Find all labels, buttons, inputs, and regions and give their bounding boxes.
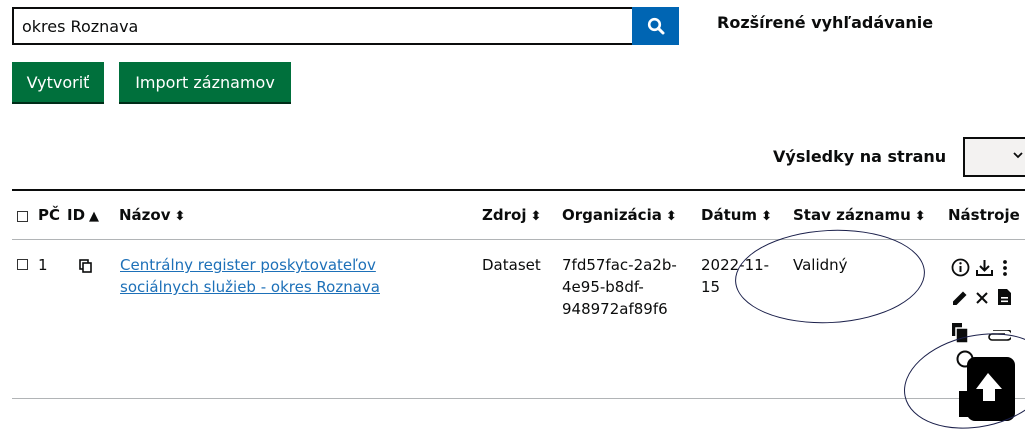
column-header-date[interactable]: Dátum ⬍	[701, 206, 772, 224]
select-all-checkbox[interactable]	[17, 211, 28, 222]
column-header-index[interactable]: PČ	[38, 206, 60, 224]
search-button[interactable]	[632, 7, 679, 45]
import-records-button[interactable]: Import záznamov	[119, 62, 291, 102]
search-icon	[647, 17, 664, 35]
document-icon[interactable]	[997, 288, 1012, 306]
row-organization: 7fd57fac-2a2b- 4e95-b8df- 948972af89f6	[562, 256, 677, 318]
column-header-status[interactable]: Stav záznamu ⬍	[793, 206, 926, 224]
column-header-name[interactable]: Názov ⬍	[119, 206, 185, 224]
column-header-source[interactable]: Zdroj ⬍	[482, 206, 541, 224]
column-header-id[interactable]: ID ▲︎	[67, 206, 99, 224]
download-icon[interactable]	[975, 258, 994, 277]
table-bottom-border	[12, 398, 1025, 399]
annotation-oval-status	[732, 225, 928, 328]
more-vertical-icon[interactable]	[1001, 258, 1009, 277]
advanced-search-link[interactable]: Rozšírené vyhľadávanie	[717, 13, 933, 32]
edit-icon[interactable]	[951, 289, 969, 307]
close-icon[interactable]	[975, 291, 989, 305]
row-source: Dataset	[482, 256, 541, 274]
search-input[interactable]	[12, 7, 632, 45]
column-header-tools: Nástroje	[948, 206, 1020, 224]
table-top-border	[12, 189, 1025, 191]
create-button[interactable]: Vytvoriť	[12, 62, 104, 102]
info-icon[interactable]	[951, 258, 970, 277]
record-name-link[interactable]: Centrálny register poskytovateľov sociál…	[120, 254, 460, 298]
row-checkbox[interactable]	[17, 259, 28, 270]
copy-icon[interactable]	[79, 259, 93, 273]
results-per-page-label: Výsledky na stranu	[773, 147, 947, 166]
column-header-organization[interactable]: Organizácia ⬍	[562, 206, 677, 224]
row-index: 1	[38, 256, 48, 274]
chevron-down-icon	[1013, 152, 1023, 159]
